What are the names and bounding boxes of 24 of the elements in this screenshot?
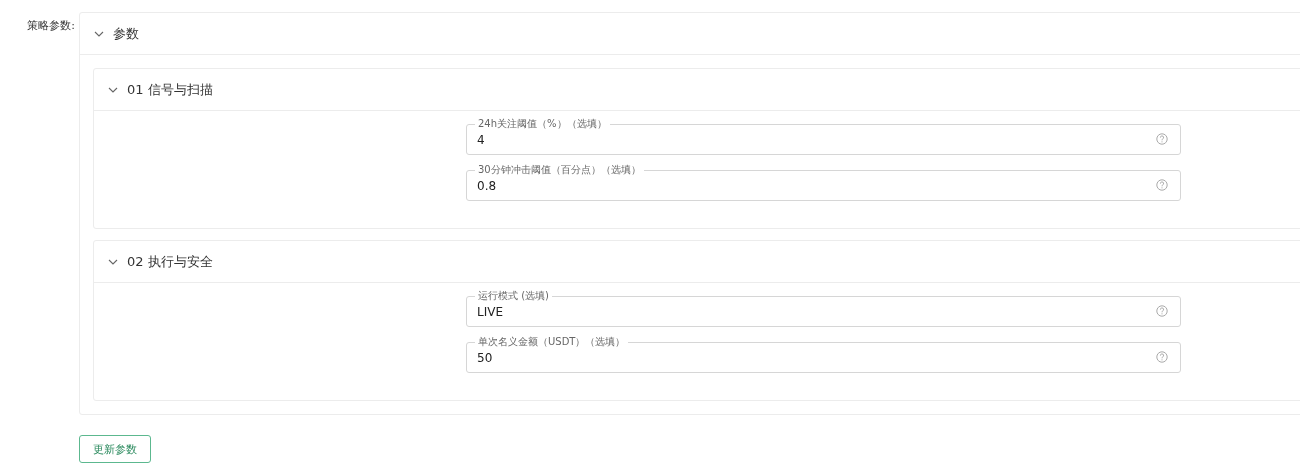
- panel-header[interactable]: 参数: [80, 13, 1300, 55]
- chevron-icon: [94, 30, 104, 37]
- help-icon[interactable]: [1156, 133, 1168, 145]
- field-label: 30分钟冲击阈值（百分点）（选填）: [477, 165, 642, 175]
- help-icon[interactable]: [1156, 351, 1168, 363]
- field-value: 0.8: [477, 178, 497, 193]
- input-field[interactable]: 运行模式 (选填) LIVE: [466, 291, 1181, 327]
- input-field[interactable]: 30分钟冲击阈值（百分点）（选填） 0.8: [466, 165, 1181, 201]
- update-button[interactable]: 更新参数: [79, 435, 151, 463]
- section-header[interactable]: 02 执行与安全: [94, 241, 1300, 283]
- field-label: 单次名义金额（USDT）（选填）: [477, 337, 627, 347]
- input-field[interactable]: 单次名义金额（USDT）（选填） 50: [466, 337, 1181, 373]
- input-field[interactable]: 24h关注阈值（%）（选填） 4: [466, 119, 1181, 155]
- help-icon[interactable]: [1156, 305, 1168, 317]
- chevron-icon: [108, 258, 118, 265]
- field-value: 4: [477, 132, 485, 147]
- field-value: 50: [477, 350, 493, 365]
- field-value: LIVE: [477, 304, 503, 319]
- chevron-icon: [108, 86, 118, 93]
- form-label: 策略参数:: [26, 18, 75, 33]
- section-header[interactable]: 01 信号与扫描: [94, 69, 1300, 111]
- field-label: 24h关注阈值（%）（选填）: [477, 119, 608, 129]
- field-label: 运行模式 (选填): [477, 291, 550, 301]
- help-icon[interactable]: [1156, 179, 1168, 191]
